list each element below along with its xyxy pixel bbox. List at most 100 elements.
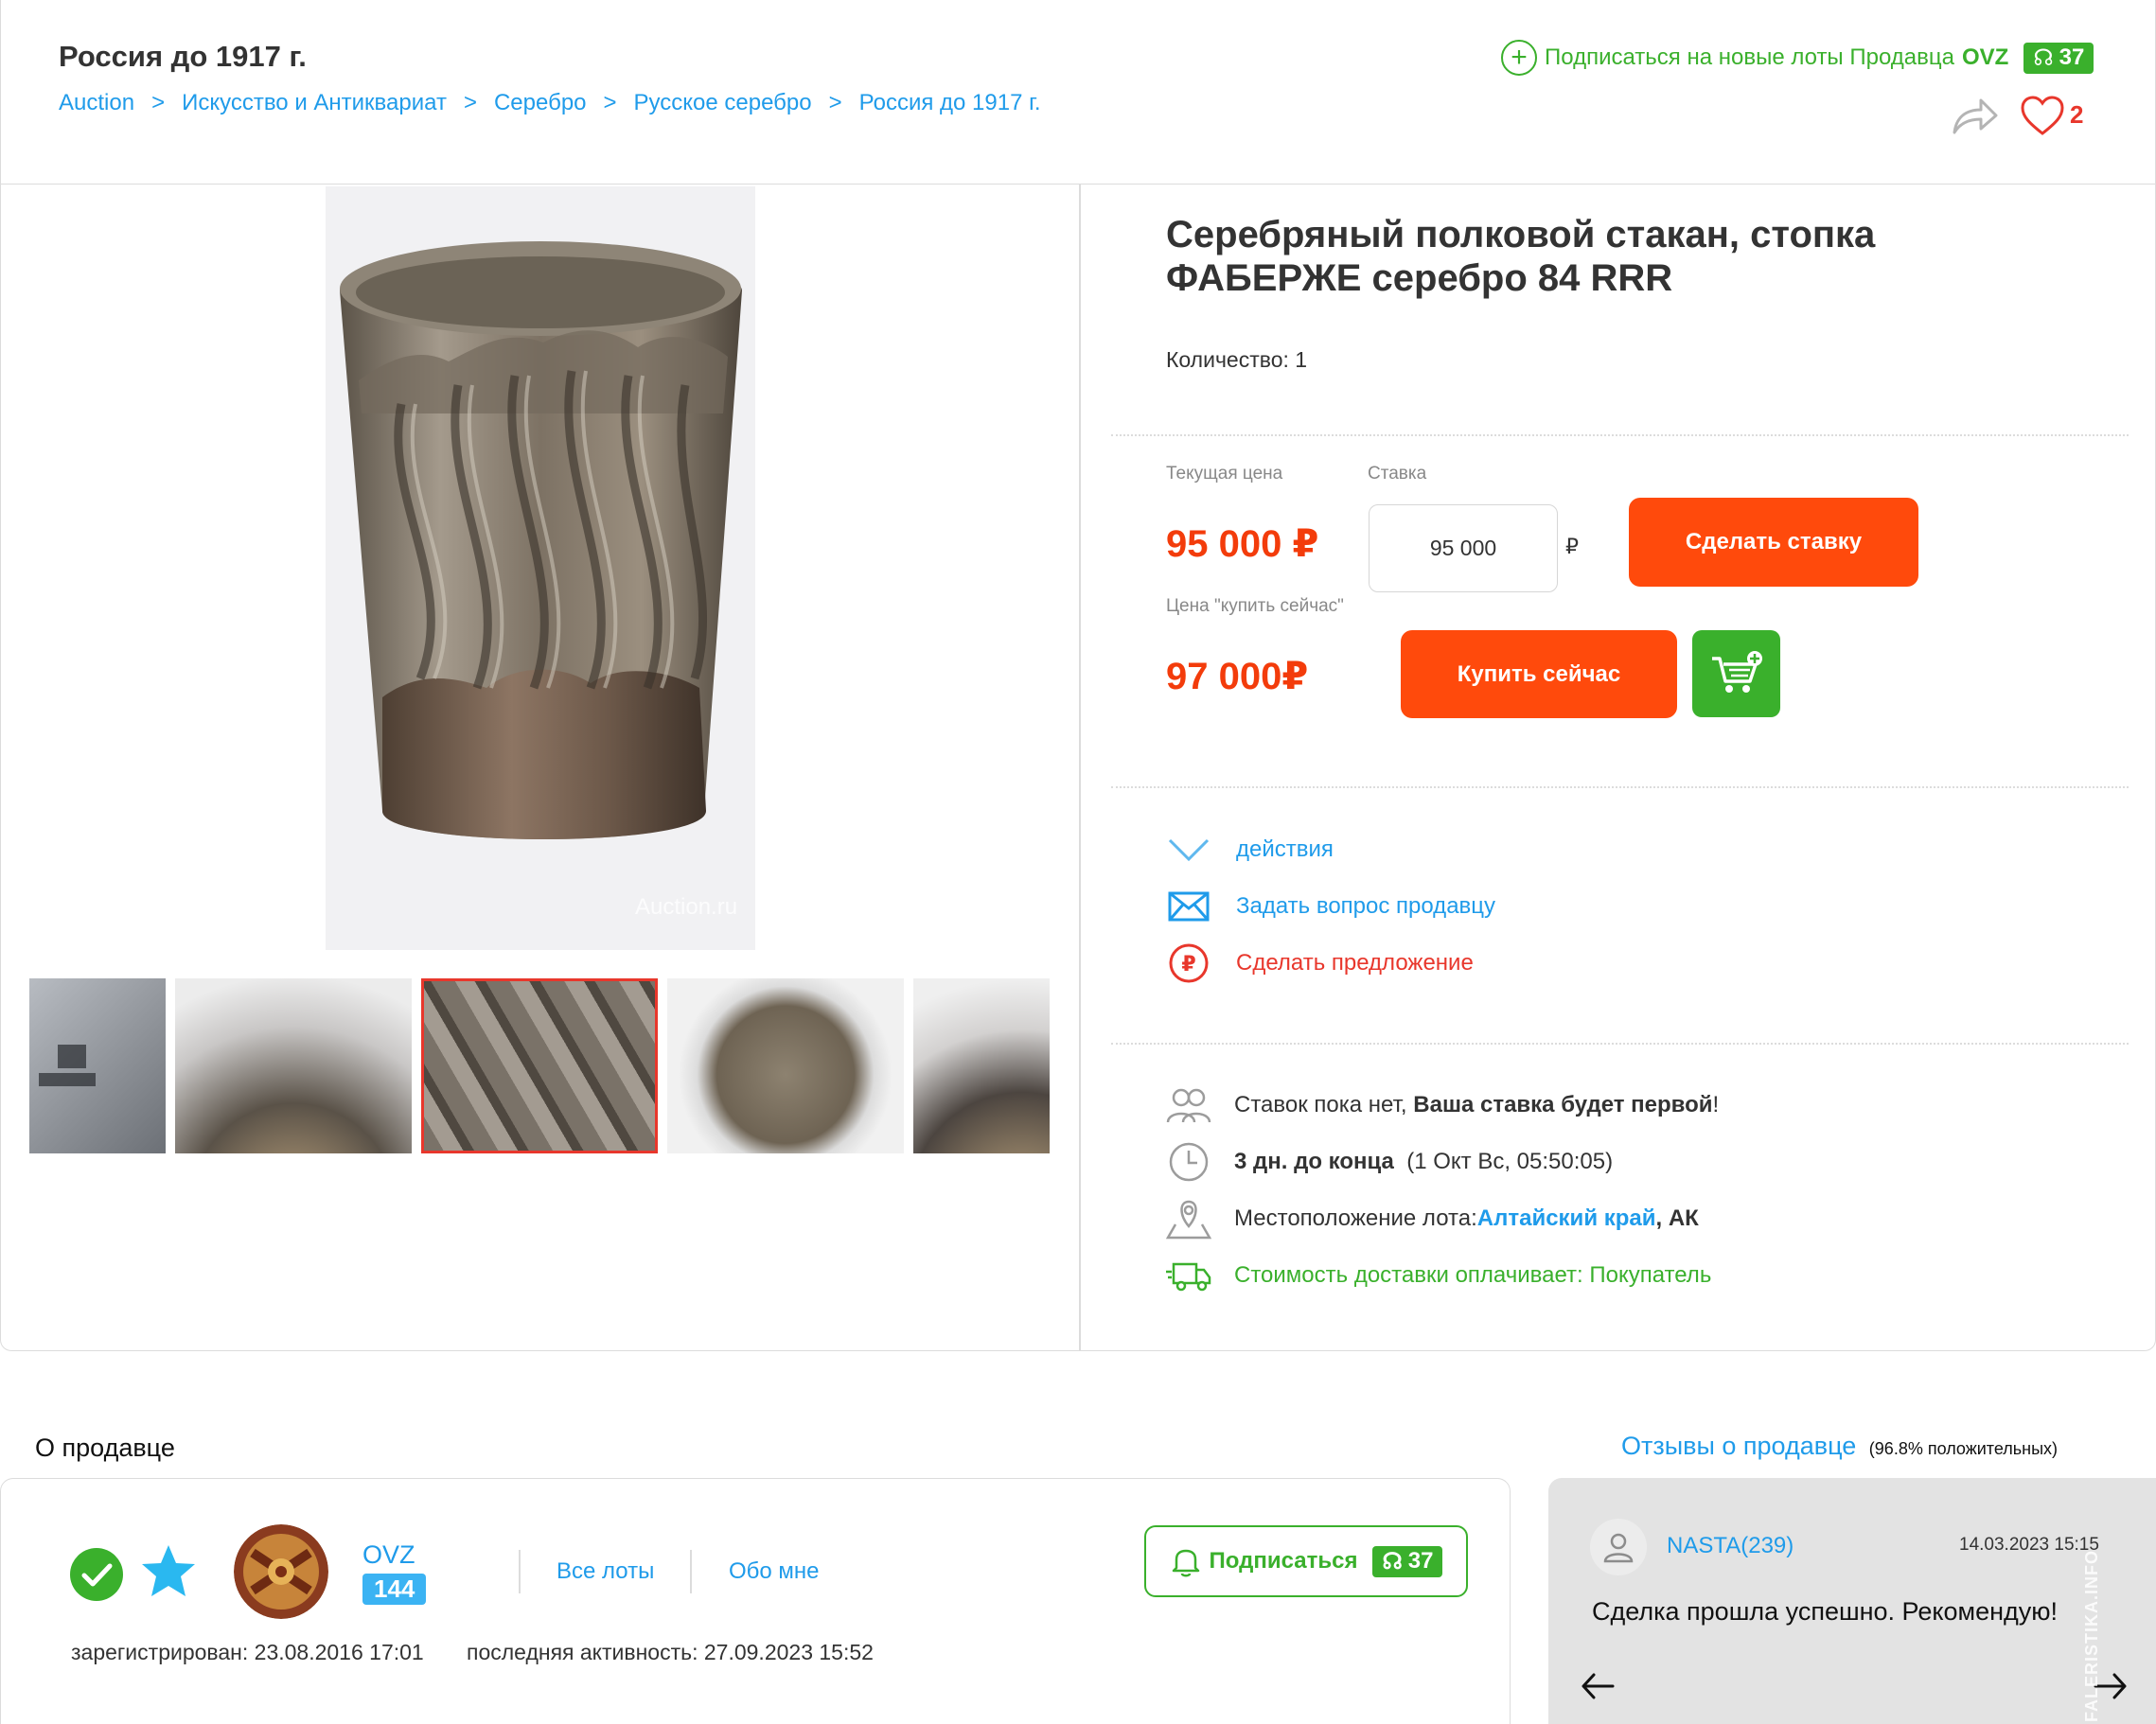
breadcrumb-art-antiques[interactable]: Искусство и Антиквариат (182, 90, 447, 116)
subscribers-count: 37 (2059, 44, 2085, 70)
thumb-bottom[interactable] (667, 978, 904, 1153)
separator (519, 1550, 521, 1593)
breadcrumb-russian-silver[interactable]: Русское серебро (634, 90, 812, 116)
bids-text: Ставок пока нет, (1234, 1092, 1407, 1117)
end-date: (1 Окт Вс, 05:50:05) (1406, 1149, 1614, 1174)
review-date: 14.03.2023 15:15 (1959, 1535, 2099, 1555)
verified-check-icon (70, 1548, 123, 1601)
subscribe-seller-name: OVZ (1961, 44, 2009, 70)
reviews-positive: (96.8% положительных) (1868, 1439, 2059, 1458)
chevron-down-icon (1166, 831, 1211, 869)
cart-plus-icon (1711, 651, 1762, 693)
thumb-inside-2[interactable] (913, 978, 1050, 1153)
currency-sign: ₽ (1565, 535, 1579, 558)
reviewer-name-link[interactable]: NASTA(239) (1667, 1533, 1794, 1559)
subscribe-button[interactable]: Подписаться ☊ 37 (1144, 1525, 1468, 1597)
lot-card: Россия до 1917 г. Auction > Искусство и … (0, 0, 2156, 1351)
reviews-link[interactable]: Отзывы о продавце (1621, 1432, 1856, 1460)
ask-seller-label: Задать вопрос продавцу (1236, 893, 1496, 919)
thumb-hallmark[interactable] (29, 978, 166, 1153)
seller-heading: О продавце (35, 1434, 175, 1462)
breadcrumb-russia-pre-1917[interactable]: Россия до 1917 г. (859, 90, 1041, 116)
user-icon (1603, 1533, 1634, 1563)
ask-seller-link[interactable]: Задать вопрос продавцу (1166, 888, 1495, 925)
bids-end: ! (1712, 1092, 1720, 1117)
person-icon: ☊ (1382, 1548, 1403, 1574)
make-offer-label: Сделать предложение (1236, 950, 1474, 976)
product-title: Серебряный полковой стакан, стопка ФАБЕР… (1166, 214, 1876, 299)
thumbnail-strip (29, 978, 1051, 1153)
all-lots-link[interactable]: Все лоты (557, 1558, 654, 1585)
about-seller-link[interactable]: Обо мне (729, 1558, 820, 1585)
reviews-heading[interactable]: Отзывы о продавце (96.8% положительных) (1621, 1432, 2058, 1461)
svg-text:₽: ₽ (1181, 953, 1195, 976)
seller-name-link[interactable]: OVZ (362, 1540, 415, 1570)
buy-now-button[interactable]: Купить сейчас (1401, 630, 1677, 718)
location-label: Местоположение лота: (1234, 1205, 1477, 1231)
location-info: Местоположение лота: Алтайский край, АК (1166, 1198, 1699, 1240)
breadcrumb: Auction > Искусство и Антиквариат > Сере… (59, 90, 1041, 116)
breadcrumb-separator: > (828, 90, 842, 115)
seller-avatar-image (234, 1524, 328, 1619)
more-actions-label: действия (1236, 836, 1334, 862)
current-price-label: Текущая цена (1166, 464, 1283, 484)
subscribe-button-label: Подписаться (1209, 1548, 1358, 1574)
person-icon: ☊ (2033, 44, 2054, 71)
location-code: , АК (1655, 1205, 1699, 1231)
last-activity: последняя активность: 27.09.2023 15:52 (467, 1640, 874, 1664)
time-left-info: 3 дн. до конца (1 Окт Вс, 05:50:05) (1166, 1141, 1613, 1183)
silver-cup-image (326, 186, 755, 950)
delivery-text: Стоимость доставки оплачивает: Покупател… (1234, 1262, 1712, 1288)
column-divider (1079, 185, 1081, 1351)
thumb-side[interactable] (421, 978, 658, 1153)
page-title: Россия до 1917 г. (59, 40, 307, 73)
ruble-circle-icon: ₽ (1166, 943, 1211, 983)
thumb-inside[interactable] (175, 978, 412, 1153)
place-bid-button[interactable]: Сделать ставку (1629, 498, 1918, 587)
location-region-link[interactable]: Алтайский край (1477, 1205, 1656, 1232)
bid-label: Ставка (1368, 464, 1427, 484)
truck-icon (1166, 1255, 1211, 1296)
registered-date: зарегистрирован: 23.08.2016 17:01 (71, 1640, 424, 1664)
plus-circle-icon: + (1501, 40, 1537, 76)
share-icon[interactable] (1951, 93, 2000, 138)
lot-header: Россия до 1917 г. Auction > Искусство и … (1, 0, 2155, 185)
quantity: Количество: 1 (1166, 347, 1308, 372)
breadcrumb-separator: > (463, 90, 477, 115)
buy-now-price: 97 000₽ (1166, 656, 1309, 697)
breadcrumb-separator: > (151, 90, 166, 115)
clock-icon (1166, 1141, 1211, 1183)
breadcrumb-silver[interactable]: Серебро (494, 90, 587, 116)
breadcrumb-auction[interactable]: Auction (59, 90, 134, 116)
image-watermark: Auction.ru (635, 894, 738, 920)
map-pin-icon (1166, 1198, 1211, 1240)
subscribe-text: Подписаться на новые лоты Продавца (1545, 44, 1954, 70)
seller-card (0, 1478, 1511, 1724)
divider (1111, 1043, 2129, 1045)
hallmark-image (39, 1045, 96, 1086)
star-icon (142, 1545, 195, 1596)
seller-avatar[interactable] (234, 1524, 328, 1619)
heart-icon[interactable] (2020, 95, 2065, 136)
review-text: Сделка прошла успешно. Рекомендую! (1592, 1597, 2059, 1626)
breadcrumb-separator: > (603, 90, 617, 115)
bell-icon (1172, 1549, 1199, 1577)
subscribe-seller-link[interactable]: + Подписаться на новые лоты Продавца OVZ… (1501, 40, 2094, 76)
arrow-left-icon[interactable] (1581, 1672, 1615, 1700)
subscribers-count: 37 (1407, 1548, 1434, 1574)
delivery-info: Стоимость доставки оплачивает: Покупател… (1166, 1255, 1711, 1296)
add-to-cart-button[interactable] (1692, 630, 1780, 717)
bid-input[interactable] (1369, 504, 1558, 592)
make-offer-link[interactable]: ₽ Сделать предложение (1166, 943, 1474, 983)
bids-bold: Ваша ставка будет первой (1413, 1092, 1713, 1117)
buy-now-label: Цена "купить сейчас" (1166, 596, 1344, 616)
divider (1111, 434, 2129, 436)
users-icon (1166, 1084, 1211, 1126)
seller-rating-badge: 144 (362, 1574, 427, 1605)
envelope-icon (1166, 888, 1211, 925)
subscribers-badge: ☊ 37 (1372, 1545, 1443, 1577)
main-product-image[interactable] (326, 186, 755, 950)
site-watermark: FALERISTIKA.INFO (2082, 1550, 2101, 1722)
bids-info: Ставок пока нет, Ваша ставка будет перво… (1166, 1084, 1719, 1126)
more-actions-toggle[interactable]: действия (1166, 831, 1334, 869)
